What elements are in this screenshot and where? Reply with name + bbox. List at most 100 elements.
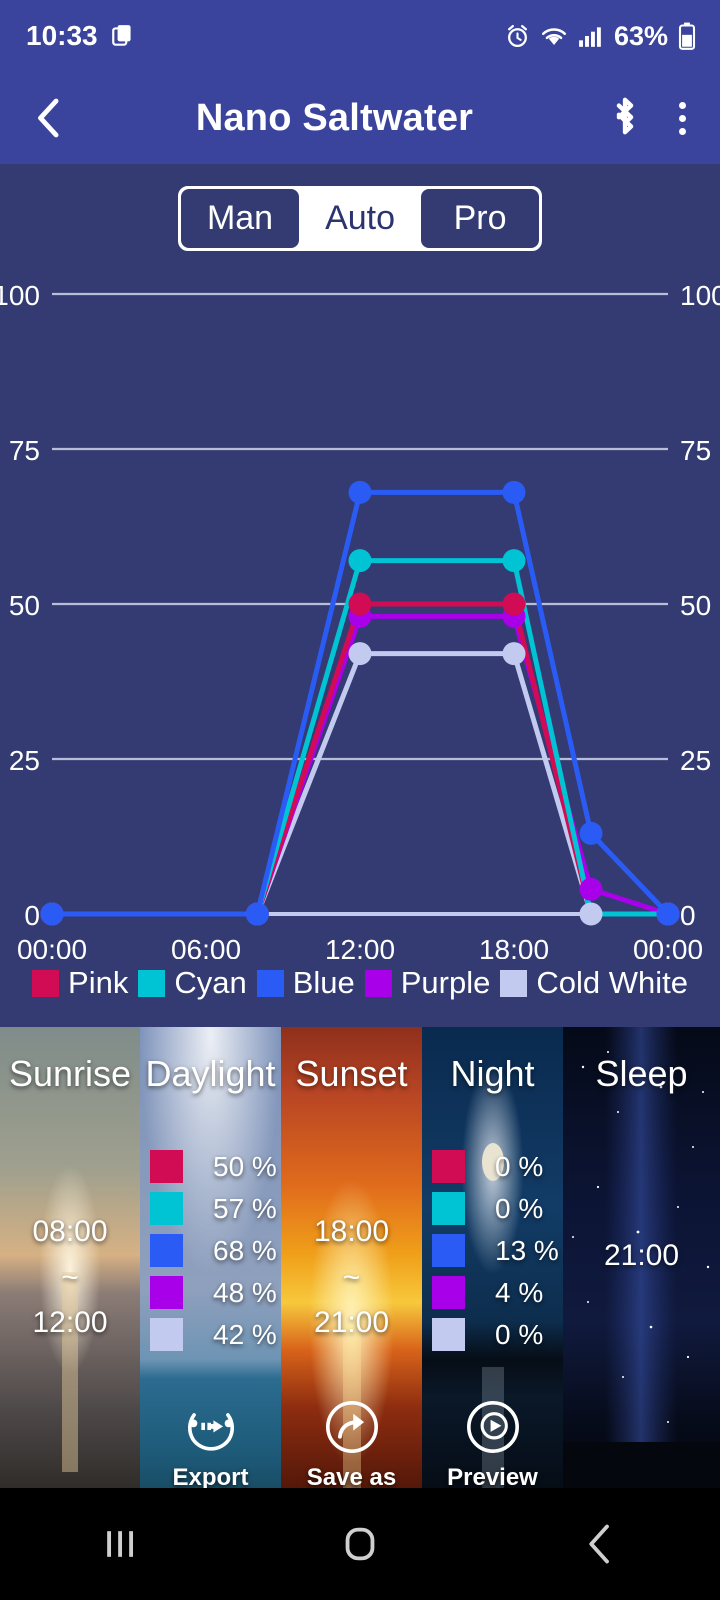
nav-home-button[interactable] [300, 1488, 420, 1600]
series-handle[interactable] [656, 902, 680, 926]
page-title: Nano Saltwater [195, 96, 474, 139]
bluetooth-button[interactable] [605, 93, 645, 144]
legend-label: Cyan [174, 965, 247, 1000]
export-cycle-icon [187, 1413, 234, 1451]
value-row: 13 % [432, 1234, 559, 1267]
signal-icon [578, 24, 604, 48]
channel-percent: 0 % [495, 1150, 544, 1182]
channel-percent: 48 % [213, 1276, 277, 1308]
overflow-menu-button[interactable] [679, 101, 686, 135]
app-bar-actions [605, 93, 694, 144]
legend-item: Pink [32, 965, 128, 1001]
series-handle[interactable] [579, 877, 603, 901]
series-handle[interactable] [502, 549, 526, 573]
card-sleep[interactable]: Sleep 21:00 [563, 1027, 720, 1502]
channel-percent: 0 % [495, 1192, 544, 1224]
series-handle[interactable] [502, 592, 526, 616]
card-title: Sunrise [8, 1053, 132, 1094]
channel-swatch-icon [432, 1276, 465, 1309]
legend-label: Pink [68, 965, 129, 1000]
screen-record-icon [110, 23, 136, 49]
tab-pro[interactable]: Pro [421, 189, 540, 248]
chart-legend: Pink Cyan Blue Purple Cold White [0, 959, 720, 1017]
export-button[interactable]: Export [140, 1398, 281, 1492]
status-bar: 10:33 63% [0, 0, 720, 72]
night-values: 0 % 0 % 13 % 4 % 0 % [432, 1150, 559, 1351]
channel-percent: 42 % [213, 1318, 277, 1350]
y-axis-label-left: 100 [0, 280, 40, 311]
channel-swatch-icon [150, 1318, 183, 1351]
channel-percent: 57 % [213, 1192, 277, 1224]
tab-auto[interactable]: Auto [299, 189, 422, 248]
x-axis-label: 00:00 [633, 934, 703, 959]
series-handle[interactable] [348, 549, 372, 573]
x-axis-label: 12:00 [325, 934, 395, 959]
card-title: Sunset [295, 1053, 408, 1094]
nav-back-button[interactable] [540, 1488, 660, 1600]
legend-swatch-cyan-icon [138, 969, 166, 997]
preview-button[interactable]: Preview [422, 1398, 563, 1492]
channel-percent: 4 % [495, 1276, 544, 1308]
series-handle[interactable] [245, 902, 269, 926]
legend-swatch-pink-icon [32, 969, 60, 997]
x-axis-label: 18:00 [479, 934, 549, 959]
value-row: 57 % [150, 1192, 277, 1225]
legend-swatch-cold-white-icon [500, 969, 528, 997]
series-handle[interactable] [579, 821, 603, 845]
time-separator: ~ [342, 1260, 361, 1294]
y-axis-label-right: 25 [680, 745, 711, 776]
tab-man[interactable]: Man [180, 189, 300, 248]
card-sunrise[interactable]: Sunrise 08:00 ~ 12:00 [0, 1027, 140, 1502]
home-icon [345, 1527, 375, 1561]
series-handle[interactable] [502, 642, 526, 666]
legend-item: Purple [364, 965, 491, 1001]
play-circle-icon [466, 1401, 519, 1453]
time-start: 08:00 [32, 1215, 108, 1248]
save-as-button[interactable]: Save as [281, 1398, 422, 1492]
y-axis-label-right: 50 [680, 590, 711, 621]
kebab-menu-icon [679, 101, 686, 109]
value-row: 4 % [432, 1276, 559, 1309]
y-axis-label-right: 0 [680, 900, 696, 931]
nav-recents-button[interactable] [60, 1488, 180, 1600]
schedule-chart[interactable]: 0 0 25 25 50 50 75 75 100 100 00:00 06:00 12:00 18:00… [0, 269, 720, 959]
legend-item: Blue [256, 965, 355, 1001]
series-handle[interactable] [40, 902, 64, 926]
value-row: 42 % [150, 1318, 277, 1351]
card-time-single: 21:00 [563, 1233, 720, 1279]
card-time-range: 18:00 ~ 21:00 [281, 1209, 422, 1346]
share-arrow-icon [325, 1401, 378, 1453]
channel-swatch-icon [432, 1318, 465, 1351]
series-handle[interactable] [348, 480, 372, 504]
card-daylight[interactable]: Daylight 50 % 57 % 68 % 48 % 42 % Export [140, 1027, 281, 1502]
legend-swatch-purple-icon [364, 969, 392, 997]
channel-swatch-icon [432, 1234, 465, 1267]
card-sunset[interactable]: Sunset 18:00 ~ 21:00 Save as [281, 1027, 422, 1502]
series-line-cold-white [49, 651, 671, 917]
channel-swatch-icon [432, 1150, 465, 1183]
chart-svg[interactable]: 0 0 25 25 50 50 75 75 100 100 00:00 06:00 12:00 18:00… [0, 269, 720, 959]
series-handle[interactable] [348, 642, 372, 666]
battery-icon [678, 22, 696, 50]
mode-selector[interactable]: Man Auto Pro [177, 186, 543, 251]
legend-label: Purple [400, 965, 491, 1000]
series-handle[interactable] [502, 480, 526, 504]
y-axis-label-left: 25 [9, 745, 40, 776]
daylight-values: 50 % 57 % 68 % 48 % 42 % [150, 1150, 277, 1351]
card-title: Daylight [145, 1053, 276, 1094]
time-end: 12:00 [32, 1306, 108, 1340]
battery-percent-label: 63% [613, 20, 668, 51]
series-handle[interactable] [579, 902, 603, 926]
card-night[interactable]: Night 0 % 0 % 13 % 4 % 0 % Preview [422, 1027, 563, 1502]
channel-swatch-icon [432, 1192, 465, 1225]
series-handle[interactable] [348, 592, 372, 616]
value-row: 0 % [432, 1150, 559, 1183]
mode-selector-wrap: Man Auto Pro [0, 164, 720, 269]
bluetooth-icon [616, 97, 634, 134]
value-row: 0 % [432, 1318, 559, 1351]
x-axis-label: 06:00 [171, 934, 241, 959]
app-bar: Nano Saltwater [0, 72, 720, 164]
time-single: 21:00 [603, 1239, 680, 1272]
card-title: Night [450, 1053, 535, 1094]
status-bar-clock: 10:33 [26, 20, 98, 51]
